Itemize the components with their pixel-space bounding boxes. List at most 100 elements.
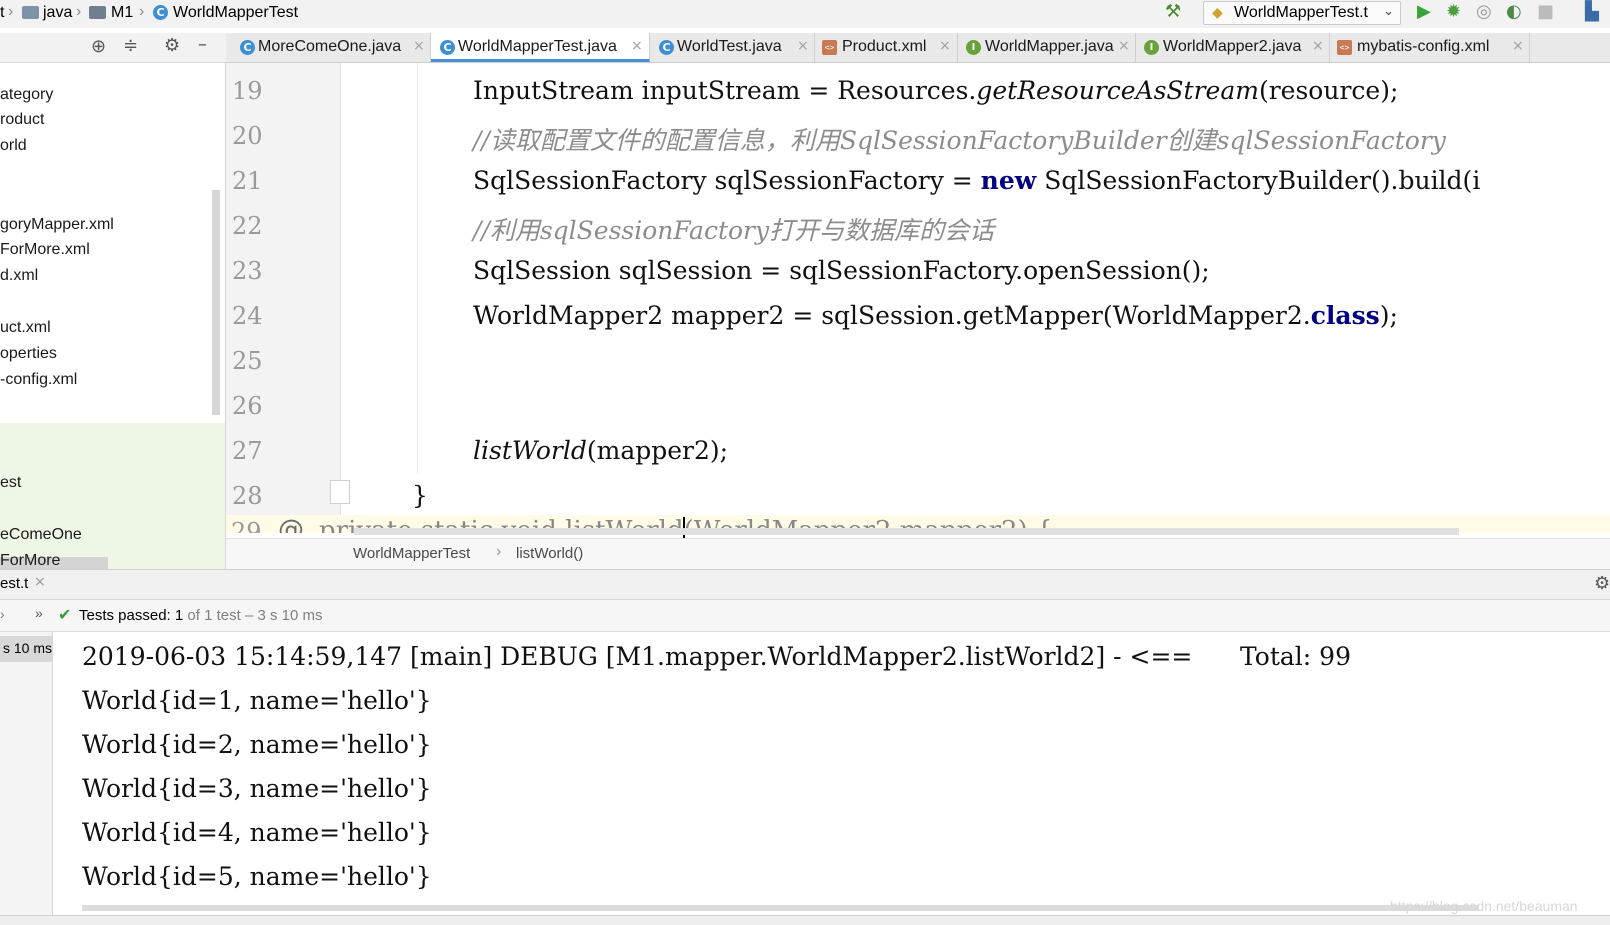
code-text: SqlSessionFactory sqlSessionFactory = <box>473 166 981 195</box>
tab-morecomeone[interactable]: C MoreComeOne.java × <box>231 33 431 62</box>
module-folder-icon <box>89 6 106 19</box>
line-number: 26 <box>232 392 263 420</box>
tree-item[interactable]: orld <box>0 137 27 155</box>
line-number: 25 <box>232 347 263 375</box>
breadcrumb-item-java[interactable]: java <box>43 4 72 22</box>
tab-label: WorldMapperTest.java <box>458 38 617 55</box>
test-status-text: Tests passed: 1 of 1 test – 3 s 10 ms <box>79 607 322 624</box>
tree-highlight <box>0 423 226 569</box>
tree-item[interactable]: roduct <box>0 111 44 129</box>
run-tab-label[interactable]: est.t <box>0 575 28 592</box>
tree-item[interactable]: d.xml <box>0 267 38 285</box>
tab-worldmapper2[interactable]: I WorldMapper2.java × <box>1136 33 1330 62</box>
check-icon: ✔ <box>58 605 72 624</box>
breadcrumb-item-class[interactable]: WorldMapperTest <box>173 4 298 22</box>
hide-icon[interactable]: – <box>198 34 207 55</box>
tree-item[interactable]: uct.xml <box>0 319 51 337</box>
line-number: 19 <box>232 77 263 105</box>
navigation-bar: t › java › M1 › C WorldMapperTest ⚒ ◆ Wo… <box>0 0 1610 28</box>
tab-worldmappertest[interactable]: C WorldMapperTest.java × <box>431 33 650 62</box>
tab-worldtest[interactable]: C WorldTest.java × <box>650 33 815 62</box>
tree-scrollbar[interactable] <box>212 190 220 415</box>
code-text: (resource); <box>1258 76 1399 105</box>
locate-icon[interactable]: ⊕ <box>91 36 106 57</box>
class-icon: C <box>659 40 674 55</box>
close-icon[interactable]: × <box>797 38 809 54</box>
profile-icon[interactable]: ◐ <box>1506 1 1522 22</box>
code-keyword: new <box>980 166 1037 195</box>
code-keyword: class <box>1310 301 1380 330</box>
close-icon[interactable]: × <box>1512 38 1524 54</box>
line-number: 22 <box>232 212 263 240</box>
console-horizontal-scrollbar[interactable] <box>82 905 1479 911</box>
close-icon[interactable]: × <box>1312 38 1324 54</box>
tab-label: MoreComeOne.java <box>258 38 402 55</box>
tab-mybatis-config[interactable]: <> mybatis-config.xml × <box>1330 33 1530 62</box>
hammer-icon[interactable]: ⚒ <box>1165 1 1181 22</box>
interface-icon: I <box>966 40 981 55</box>
code-line-24: WorldMapper2 mapper2 = sqlSession.getMap… <box>473 301 1398 330</box>
test-tree-panel <box>0 632 53 919</box>
collapse-all-icon[interactable]: ≑ <box>123 35 138 56</box>
fold-marker-icon[interactable] <box>330 480 350 504</box>
console-line: World{id=2, name='hello'} <box>82 730 432 759</box>
editor-tab-bar: C MoreComeOne.java × C WorldMapperTest.j… <box>226 33 1610 63</box>
run-configuration-select[interactable]: ◆ WorldMapperTest.t ⌄ <box>1203 1 1401 25</box>
editor-horizontal-scrollbar[interactable] <box>354 528 1459 535</box>
close-icon[interactable]: × <box>413 38 425 54</box>
console-line: World{id=3, name='hello'} <box>82 774 432 803</box>
test-status-count: 1 <box>174 607 184 624</box>
layout-icon[interactable]: ▙ <box>1585 1 1599 22</box>
editor-breadcrumb-method[interactable]: listWorld() <box>516 545 583 562</box>
xml-icon: <> <box>822 40 837 55</box>
override-marker-icon: @ <box>278 515 304 533</box>
breadcrumb-item[interactable]: t <box>0 4 4 22</box>
debug-icon[interactable]: ✹ <box>1446 1 1461 22</box>
code-text: (mapper2); <box>586 436 729 465</box>
test-tree-selection[interactable]: s 10 ms <box>0 636 53 662</box>
line-number: 27 <box>232 437 263 465</box>
tab-label: mybatis-config.xml <box>1357 38 1490 55</box>
xml-icon: <> <box>1337 40 1352 55</box>
indent-guide <box>417 63 418 473</box>
tab-worldmapper[interactable]: I WorldMapper.java × <box>958 33 1136 62</box>
tab-product-xml[interactable]: <> Product.xml × <box>815 33 958 62</box>
more-icon[interactable]: » <box>35 605 43 621</box>
close-icon[interactable]: × <box>34 574 46 590</box>
breadcrumb-item-module[interactable]: M1 <box>111 4 133 22</box>
project-toolwindow-header: ⊕ ≑ ⚙ – <box>0 33 226 63</box>
tree-item[interactable]: goryMapper.xml <box>0 216 114 234</box>
code-method-call: listWorld <box>473 436 587 465</box>
console-line: World{id=5, name='hello'} <box>82 862 432 891</box>
console-line: World{id=4, name='hello'} <box>82 818 432 847</box>
editor-breadcrumb-class[interactable]: WorldMapperTest <box>353 545 470 562</box>
close-icon[interactable]: × <box>939 38 951 54</box>
tree-item[interactable]: -config.xml <box>0 371 77 389</box>
code-line-23: SqlSession sqlSession = sqlSessionFactor… <box>473 256 1210 285</box>
line-number: 20 <box>232 122 263 150</box>
tree-item[interactable]: ForMore.xml <box>0 241 90 259</box>
coverage-icon[interactable]: ◎ <box>1476 1 1492 22</box>
tree-item[interactable]: eComeOne <box>0 526 82 544</box>
line-number: 29 <box>231 518 262 533</box>
tree-item[interactable]: est <box>0 474 21 492</box>
tree-item[interactable]: operties <box>0 345 57 363</box>
expand-icon[interactable]: › <box>0 606 5 622</box>
run-icon[interactable]: ▶ <box>1417 1 1431 22</box>
code-line-28: } <box>412 481 428 510</box>
code-text: SqlSessionFactoryBuilder().build(i <box>1036 166 1481 195</box>
class-icon: C <box>240 40 255 55</box>
tree-item[interactable]: ForMore <box>0 552 60 567</box>
run-toolwindow-header: est.t × ⚙ <box>0 569 1610 600</box>
watermark: https://blog.csdn.net/beauman <box>1390 898 1578 914</box>
close-icon[interactable]: × <box>631 38 643 54</box>
interface-icon: I <box>1144 40 1159 55</box>
gear-icon[interactable]: ⚙ <box>1594 573 1610 594</box>
stop-icon[interactable]: ■ <box>1537 1 1554 22</box>
code-text: ); <box>1379 301 1398 330</box>
console-line: 2019-06-03 15:14:59,147 [main] DEBUG [M1… <box>82 642 1351 671</box>
tree-item[interactable]: ategory <box>0 86 53 104</box>
console-line: World{id=1, name='hello'} <box>82 686 432 715</box>
gear-icon[interactable]: ⚙ <box>164 35 180 56</box>
close-icon[interactable]: × <box>1118 38 1130 54</box>
